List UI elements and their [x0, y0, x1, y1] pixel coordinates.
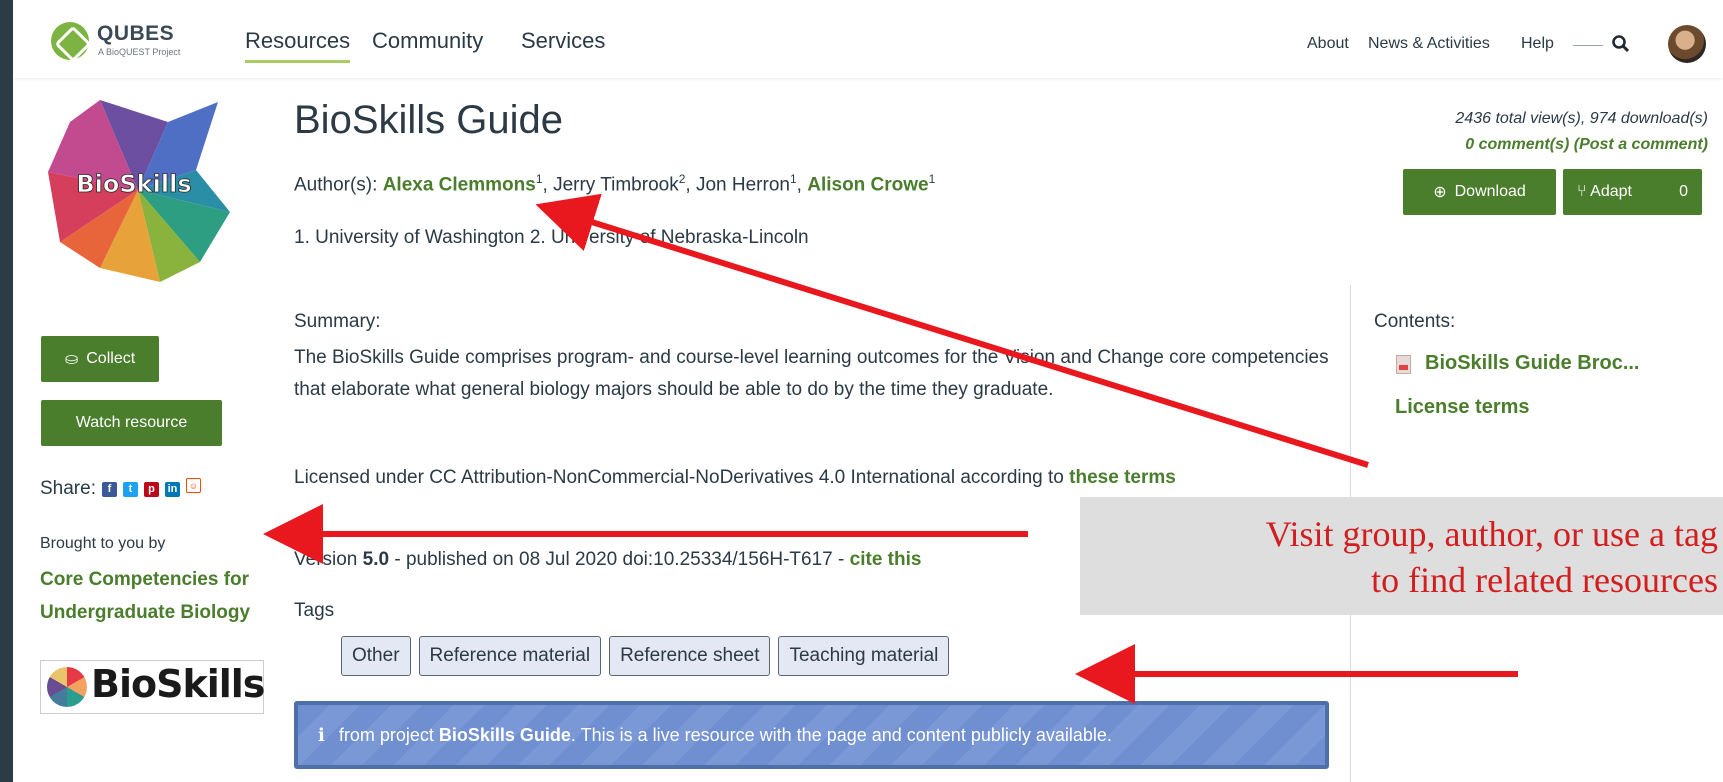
- page-frame: QUBES A BioQUEST Project Resources Commu…: [13, 0, 1723, 782]
- annotation-arrows: [263, 193, 1518, 704]
- arrow-to-author: [535, 193, 1369, 468]
